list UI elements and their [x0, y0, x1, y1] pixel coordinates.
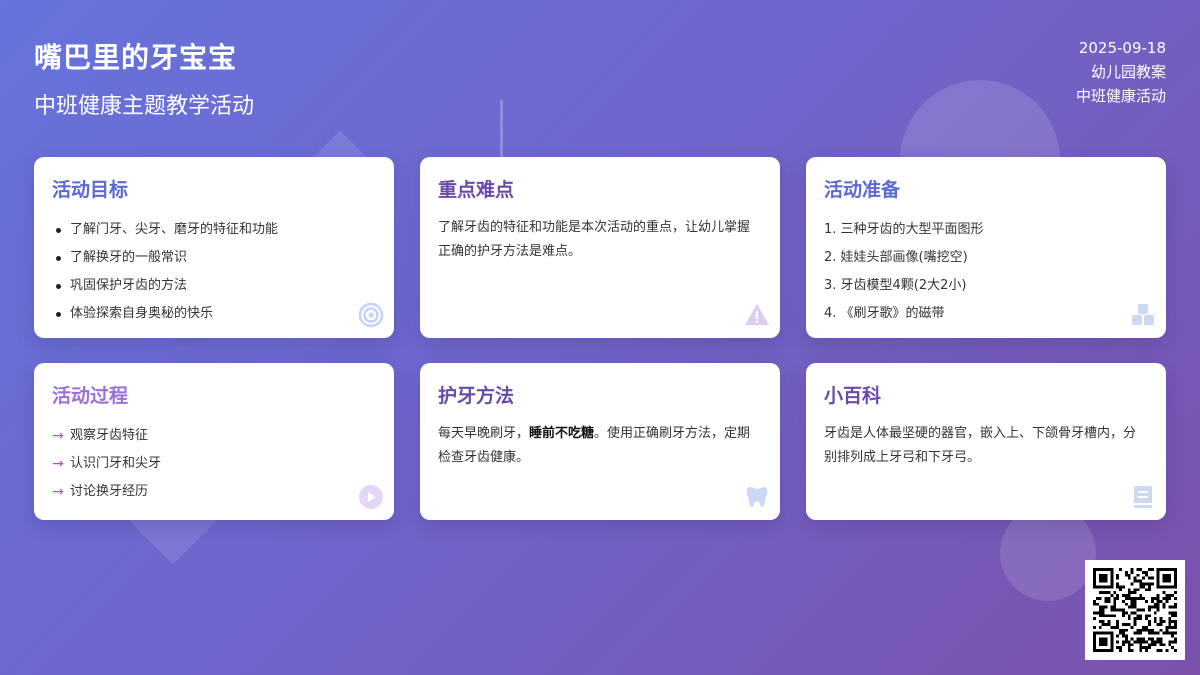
list-item: 3. 牙齿模型4颗(2大2小) — [824, 278, 967, 293]
card-title: 护牙方法 — [438, 385, 515, 407]
list-item: → 观察牙齿特征 — [52, 422, 376, 450]
arrow-right-icon: → — [52, 456, 64, 472]
prep-list: 1. 三种牙齿的大型平面图形 2. 娃娃头部画像(嘴挖空) 3. 牙齿模型4颗(… — [824, 216, 1148, 328]
meta-type: 幼儿园教案 — [1090, 63, 1166, 81]
play-icon — [358, 484, 384, 510]
card-prep: 活动准备 1. 三种牙齿的大型平面图形 2. 娃娃头部画像(嘴挖空) 3. 牙齿… — [806, 157, 1166, 338]
list-item-label: 观察牙齿特征 — [70, 428, 149, 443]
qr-code-icon — [1093, 568, 1177, 652]
card-facts: 小百科 牙齿是人体最坚硬的器官，嵌入上、下颌骨牙槽内，分别排列成上牙弓和下牙弓。 — [806, 363, 1166, 520]
care-text-start: 每天早晚刷牙， — [438, 426, 530, 441]
card-goals: 活动目标 了解门牙、尖牙、磨牙的特征和功能 了解换牙的一般常识 巩固保护牙齿的方… — [34, 157, 394, 338]
list-item: 了解门牙、尖牙、磨牙的特征和功能 — [52, 216, 376, 244]
arrow-right-icon: → — [52, 484, 64, 500]
page-title: 嘴巴里的牙宝宝 — [34, 41, 238, 74]
card-title: 活动过程 — [52, 385, 129, 407]
list-item: 巩固保护牙齿的方法 — [52, 272, 376, 300]
card-text: 了解牙齿的特征和功能是本次活动的重点，让幼儿掌握正确的护牙方法是难点。 — [438, 220, 751, 259]
tooth-icon — [744, 484, 770, 510]
goals-list: 了解门牙、尖牙、磨牙的特征和功能 了解换牙的一般常识 巩固保护牙齿的方法 体验探… — [52, 216, 376, 328]
list-item: 4. 《刷牙歌》的磁带 — [824, 306, 945, 321]
arrow-right-icon: → — [52, 428, 64, 444]
list-item: → 认识门牙和尖牙 — [52, 450, 376, 478]
list-item-label: 认识门牙和尖牙 — [70, 456, 162, 471]
card-title: 活动准备 — [824, 179, 901, 201]
list-item: 体验探索自身奥秘的快乐 — [52, 300, 376, 328]
process-list: → 观察牙齿特征 → 认识门牙和尖牙 → 讨论换牙经历 — [52, 422, 376, 506]
book-icon — [1130, 484, 1156, 510]
card-title: 活动目标 — [52, 179, 129, 201]
list-item: 1. 三种牙齿的大型平面图形 — [824, 222, 984, 237]
list-item: 了解换牙的一般常识 — [52, 244, 376, 272]
card-title: 小百科 — [824, 385, 882, 407]
list-item: → 讨论换牙经历 — [52, 478, 376, 506]
card-process: 活动过程 → 观察牙齿特征 → 认识门牙和尖牙 → 讨论换牙经历 — [34, 363, 394, 520]
meta-category: 中班健康活动 — [1075, 87, 1166, 105]
care-text-emphasis: 睡前不吃糖 — [529, 426, 595, 441]
page-subtitle: 中班健康主题教学活动 — [34, 94, 255, 119]
list-item-label: 讨论换牙经历 — [70, 484, 149, 499]
list-item: 2. 娃娃头部画像(嘴挖空) — [824, 250, 968, 265]
card-text: 牙齿是人体最坚硬的器官，嵌入上、下颌骨牙槽内，分别排列成上牙弓和下牙弓。 — [824, 426, 1137, 465]
meta-block: 2025-09-18 幼儿园教案 中班健康活动 — [1076, 36, 1166, 108]
cubes-icon — [1130, 302, 1156, 328]
warning-icon — [744, 302, 770, 328]
title-block: 嘴巴里的牙宝宝 中班健康主题教学活动 — [34, 36, 254, 120]
card-focus: 重点难点 了解牙齿的特征和功能是本次活动的重点，让幼儿掌握正确的护牙方法是难点。 — [420, 157, 780, 338]
decor-line — [500, 100, 503, 160]
qr-code — [1085, 560, 1185, 660]
target-icon — [358, 302, 384, 328]
card-care: 护牙方法 每天早晚刷牙，睡前不吃糖。使用正确刷牙方法，定期检查牙齿健康。 — [420, 363, 780, 520]
meta-date: 2025-09-18 — [1078, 39, 1166, 57]
card-text: 每天早晚刷牙，睡前不吃糖。使用正确刷牙方法，定期检查牙齿健康。 — [438, 422, 762, 470]
card-title: 重点难点 — [438, 179, 515, 201]
